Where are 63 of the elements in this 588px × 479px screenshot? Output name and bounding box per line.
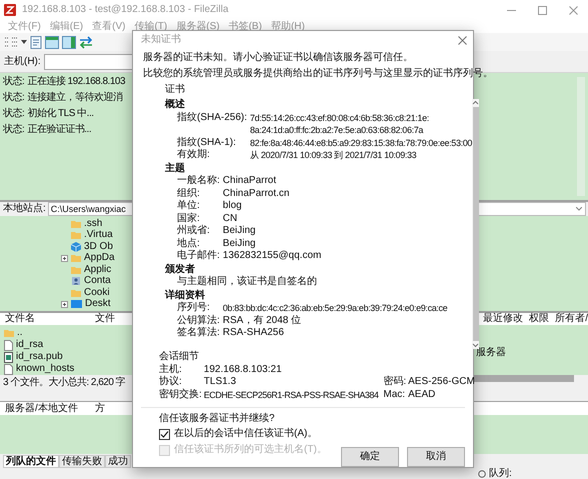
dialog-title: 未知证书	[141, 34, 181, 46]
window-title: 192.168.8.103 - test@192.168.8.103 - FileZilla	[22, 4, 228, 16]
field-label: 主机:	[159, 364, 183, 376]
queue-status: 队列:	[489, 468, 512, 479]
field-label: 一般名称:	[177, 175, 220, 188]
field-value: TLS1.3	[204, 376, 238, 388]
field-value: ChinaParrot	[222, 175, 278, 188]
remote-status-message: 服务器	[476, 347, 506, 359]
log-message: 正在验证证书...	[27, 124, 92, 136]
field-label: 组织:	[177, 188, 201, 200]
log-label: 状态:	[3, 108, 24, 120]
field-label: 国家:	[177, 212, 201, 224]
section-heading: 颁发者	[165, 264, 196, 276]
field-label: 单位:	[177, 200, 201, 212]
field-value: BeiJing	[222, 225, 257, 238]
field-label: 电子邮件:	[177, 250, 220, 262]
field-label: 密码:	[383, 376, 406, 388]
field-value: ECDHE-SECP256R1-RSA-PSS-RSAE-SHA384	[204, 388, 380, 401]
section-heading: 会话细节	[159, 351, 200, 364]
field-value: 从 2020/7/31 10:09:33 到 2021/7/31 10:09:33	[250, 149, 418, 162]
host-label: 主机(H):	[4, 56, 41, 68]
field-value: blog	[222, 200, 243, 212]
field-label: 指纹(SHA-1):	[177, 136, 237, 148]
field-label: 序列号:	[177, 302, 211, 314]
field-value: 7d:55:14:26:cc:43:ef:80:08:c4:6b:58:36:c8:21:1e: 8a:24:1d:a0:ff:fc:2b:a2:7e:5e:a0:63:68:82:06:7a	[250, 112, 430, 136]
field-label: 密钥交换:	[159, 388, 202, 401]
field-label: 协议:	[159, 376, 183, 388]
trust-question: 信任该服务器证书并继续?	[159, 413, 276, 425]
log-label: 状态:	[3, 124, 24, 136]
section-heading: 概述	[165, 99, 186, 112]
field-value: 192.168.8.103:21	[204, 364, 283, 376]
field-value: CN	[222, 212, 238, 225]
field-value: 82:fe:8a:48:46:44:e8:b5:a9:29:83:15:38:fa:78:79:0e:ee:53:00	[250, 136, 472, 149]
field-label: Mac:	[383, 388, 406, 401]
section-heading: 详细资料	[165, 290, 206, 302]
checkbox-label: 在以后的会话中信任该证书(A)。	[174, 428, 318, 440]
log-message: 连接建立，等待欢迎消	[27, 92, 122, 104]
local-status: 3 个文件。大小总共: 2,620 字	[3, 377, 126, 389]
log-label: 状态:	[3, 76, 24, 88]
section-heading: 主题	[165, 162, 186, 175]
log-message: 初始化 TLS 中...	[27, 108, 94, 120]
field-label: 有效期:	[177, 149, 211, 162]
field-value: AES-256-GCM	[408, 376, 475, 388]
field-value: RSA，有 2048 位	[222, 314, 302, 327]
field-label: 指纹(SHA-256):	[177, 112, 248, 124]
field-value: 1362832155@qq.com	[222, 250, 322, 262]
dialog-message: 服务器的证书未知。请小心验证证书以确信该服务器可信任。	[143, 52, 414, 64]
log-label: 状态:	[3, 92, 24, 104]
field-value: BeiJing	[222, 238, 257, 250]
issuer-note: 与主题相同，该证书是自签名的	[176, 276, 318, 288]
field-label: 地点:	[177, 238, 201, 250]
local-site-label: 本地站点:	[3, 203, 46, 215]
field-value: 0b:83:bb:dc:4c:c2:36:ab:eb:5e:29:9a:eb:39:79:24:e0:e9:ca:ce	[222, 302, 448, 314]
field-label: 州或省:	[177, 225, 211, 238]
section-heading: 证书	[165, 84, 186, 96]
log-message: 正在连接 192.168.8.103	[27, 76, 126, 88]
field-value: AEAD	[408, 388, 436, 401]
checkbox-label: 信任该证书所列的可选主机名(T)。	[174, 444, 327, 456]
field-value: ChinaParrot.cn	[222, 188, 290, 200]
field-label: 签名算法:	[177, 327, 220, 340]
field-label: 公钥算法:	[177, 314, 220, 326]
dialog-message: 比较您的系统管理员或服务提供商给出的证书序列号与这里显示的证书序列号。	[143, 68, 493, 80]
field-value: RSA-SHA256	[222, 327, 285, 340]
